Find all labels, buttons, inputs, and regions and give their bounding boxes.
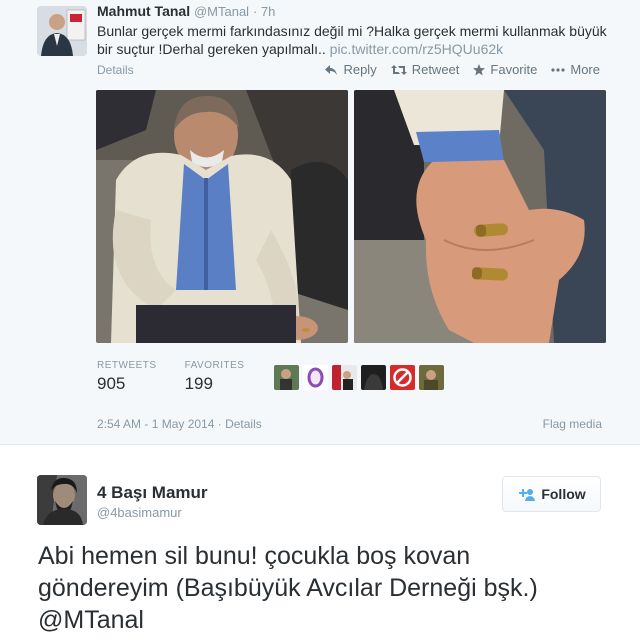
retweet-label: Retweet — [411, 62, 460, 77]
favorites-label: FAVORITES — [184, 360, 245, 371]
favoriter-avatar[interactable] — [390, 365, 415, 390]
more-label: More — [570, 62, 600, 77]
flag-media-link[interactable]: Flag media — [543, 417, 602, 431]
reply-author-handle[interactable]: @4basimamur — [97, 505, 182, 520]
retweets-stat[interactable]: RETWEETS 905 — [97, 360, 157, 394]
favoriter-avatar[interactable] — [303, 365, 328, 390]
separator-dot: · — [252, 4, 261, 19]
follow-button[interactable]: Follow — [502, 476, 601, 512]
tweet-header: Mahmut Tanal @MTanal · 7h — [97, 3, 275, 19]
reply-button[interactable]: Reply — [324, 62, 377, 77]
tweet-actions: Reply Retweet Favorite More — [324, 62, 600, 77]
mention-link[interactable]: @MTanal — [38, 604, 628, 636]
more-dots-icon — [551, 67, 565, 72]
reply-text-line: Abi hemen sil bunu! çocukla boş kovan — [38, 542, 471, 570]
favoriter-avatar[interactable] — [361, 365, 386, 390]
tweet-photo-man-kneeling[interactable] — [96, 90, 348, 343]
reply-tweet-text: Abi hemen sil bunu! çocukla boş kovan gö… — [38, 540, 628, 636]
favorites-stat[interactable]: FAVORITES 199 — [185, 360, 245, 394]
tweet-text: Bunlar gerçek mermi farkındasınız değil … — [97, 22, 617, 58]
tweet-timestamp[interactable]: 2:54 AM - 1 May 2014 · Details — [97, 417, 262, 431]
follow-label: Follow — [541, 486, 586, 502]
reply-label: Reply — [343, 62, 377, 77]
tweet-photo-bullets-in-hand[interactable] — [354, 90, 606, 343]
author-name[interactable]: Mahmut Tanal — [97, 3, 190, 19]
details-link[interactable]: Details — [97, 63, 134, 77]
author-avatar[interactable] — [37, 6, 87, 56]
retweets-count: 905 — [97, 374, 126, 393]
retweet-button[interactable]: Retweet — [390, 62, 460, 77]
favoriter-avatars — [274, 365, 444, 390]
favoriter-avatar[interactable] — [332, 365, 357, 390]
retweets-label: RETWEETS — [97, 360, 157, 371]
add-user-icon — [519, 488, 536, 501]
favorite-button[interactable]: Favorite — [473, 62, 537, 77]
favorite-label: Favorite — [490, 62, 538, 77]
favorites-count: 199 — [184, 374, 213, 393]
reply-author-avatar[interactable] — [37, 475, 87, 525]
reply-icon — [325, 64, 338, 75]
tweet-pic-link[interactable]: pic.twitter.com/rz5HQUu62k — [330, 41, 504, 57]
author-handle[interactable]: @MTanal — [194, 4, 249, 19]
star-icon — [473, 63, 486, 75]
tweet-time[interactable]: 7h — [261, 4, 275, 19]
retweet-icon — [390, 64, 407, 75]
tweet-stats: RETWEETS 905 FAVORITES 199 — [97, 360, 244, 394]
reply-text-line: göndereyim (Başıbüyük Avcılar Derneği bş… — [38, 574, 538, 602]
more-button[interactable]: More — [551, 62, 600, 77]
favoriter-avatar[interactable] — [274, 365, 299, 390]
favoriter-avatar[interactable] — [419, 365, 444, 390]
reply-author-name[interactable]: 4 Başı Mamur — [97, 483, 208, 503]
original-tweet: Mahmut Tanal @MTanal · 7h Bunlar gerçek … — [0, 0, 640, 445]
